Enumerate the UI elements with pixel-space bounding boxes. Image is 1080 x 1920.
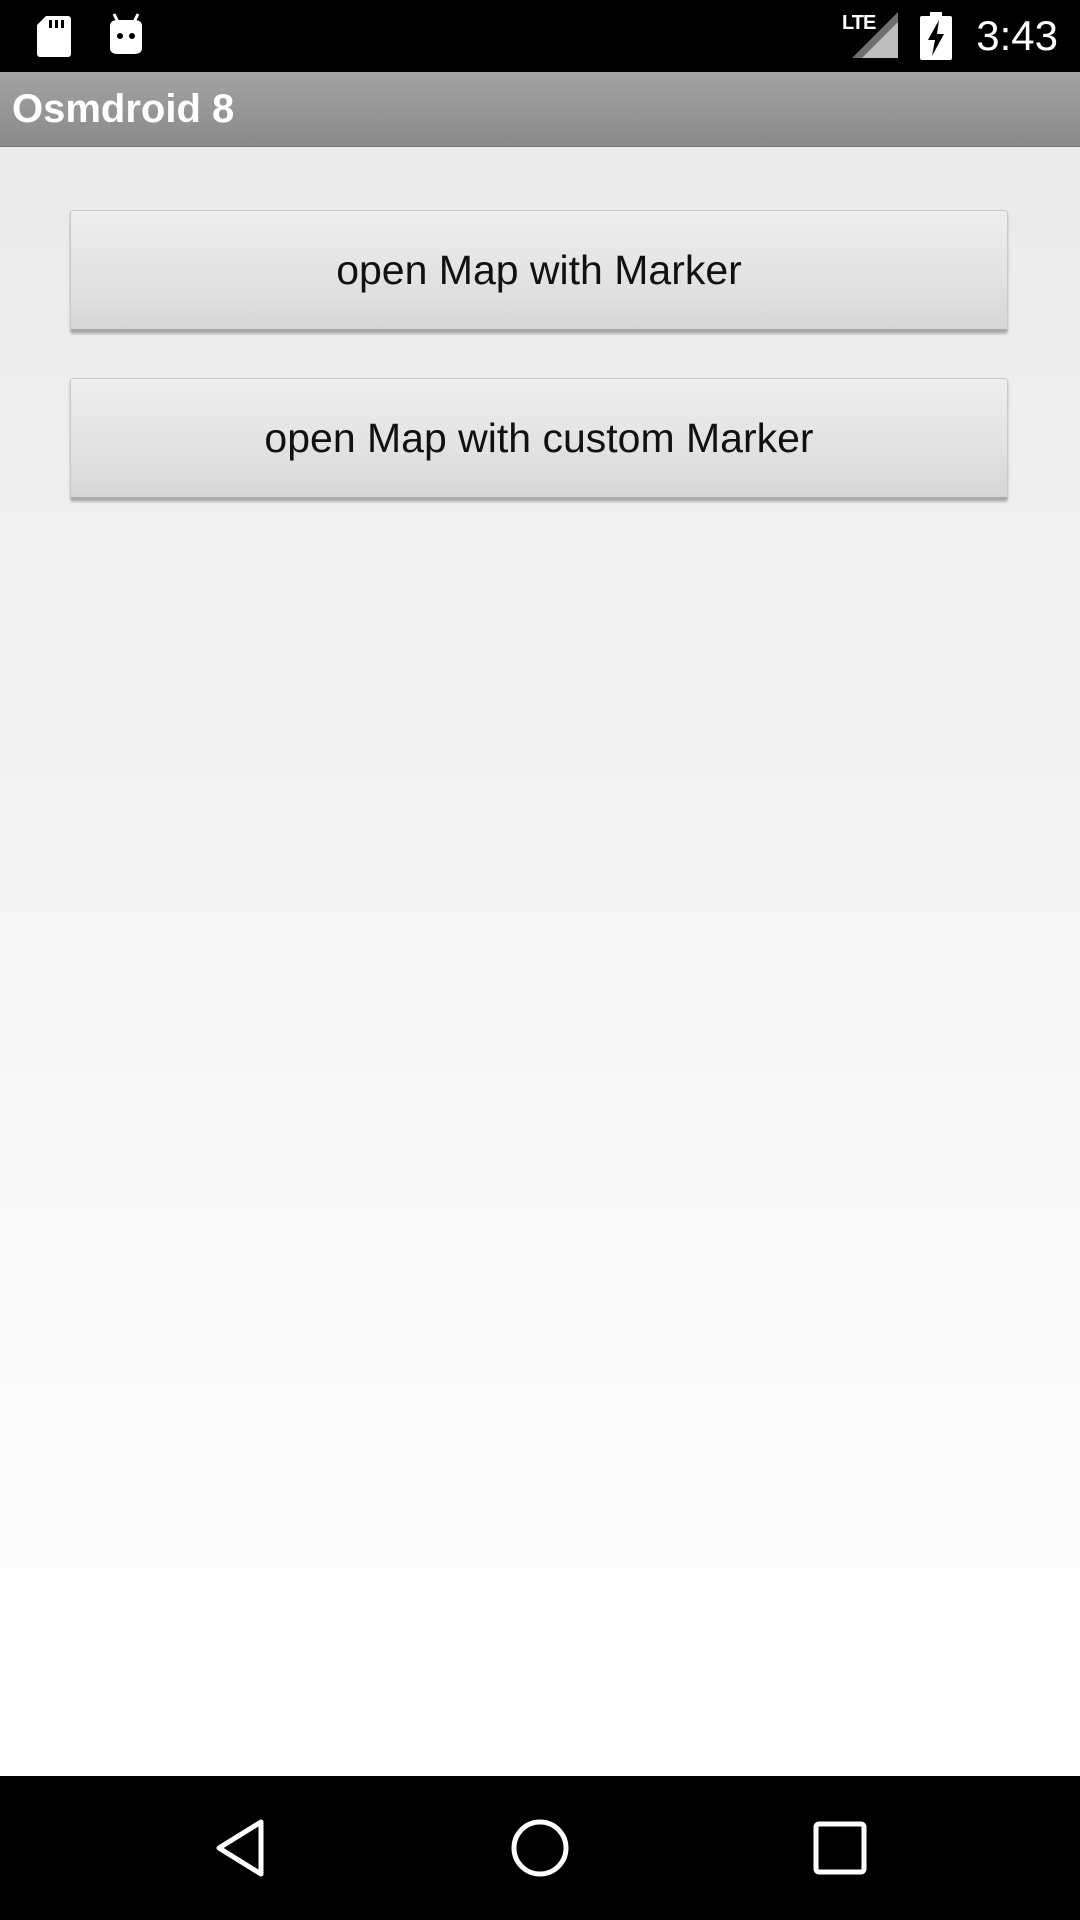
recents-icon[interactable] bbox=[804, 1812, 876, 1884]
open-map-with-marker-button[interactable]: open Map with Marker bbox=[70, 210, 1008, 332]
home-icon[interactable] bbox=[504, 1812, 576, 1884]
back-icon[interactable] bbox=[205, 1812, 277, 1884]
action-bar: Osmdroid 8 bbox=[0, 72, 1080, 147]
android-debug-icon bbox=[110, 13, 142, 54]
app-title: Osmdroid 8 bbox=[12, 87, 235, 131]
sd-card-icon bbox=[37, 16, 71, 57]
battery-charging-icon bbox=[920, 12, 952, 60]
status-clock: 3:43 bbox=[976, 12, 1058, 59]
main-content: open Map with Marker open Map with custo… bbox=[0, 147, 1080, 1776]
status-bar: LTE 3:43 bbox=[0, 0, 1080, 72]
open-map-with-custom-marker-button[interactable]: open Map with custom Marker bbox=[70, 378, 1008, 500]
navigation-bar bbox=[0, 1776, 1080, 1920]
signal-icon bbox=[852, 12, 898, 58]
